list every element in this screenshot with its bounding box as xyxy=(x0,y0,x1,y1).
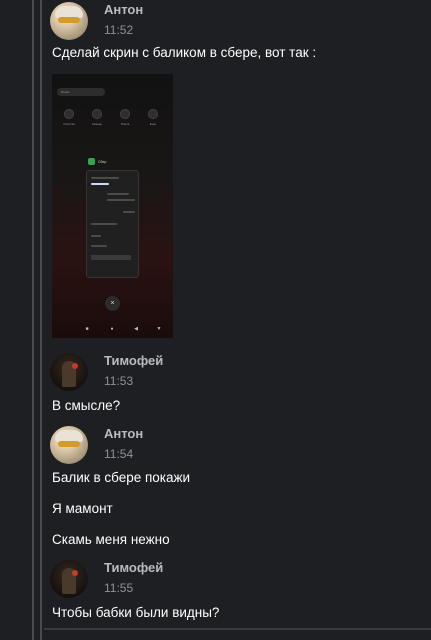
thread-divider xyxy=(44,628,431,630)
message-text: Балик в сбере покажи xyxy=(52,470,191,485)
message-header: Тимофей 11:53 xyxy=(50,353,163,391)
author-name[interactable]: Антон xyxy=(104,426,143,442)
card-line xyxy=(123,211,135,213)
avatar[interactable] xyxy=(50,353,88,391)
card-line xyxy=(91,223,117,225)
author-name[interactable]: Тимофей xyxy=(104,353,163,369)
quick-action-label: Сканер xyxy=(91,122,103,126)
quick-action-icon xyxy=(64,109,74,119)
card-line xyxy=(91,183,109,185)
app-label: Сбер xyxy=(98,160,107,164)
message-text: В смысле? xyxy=(52,398,121,413)
author-name[interactable]: Тимофей xyxy=(104,560,163,576)
quick-action-label: Поиск xyxy=(120,122,130,126)
timestamp: 11:53 xyxy=(104,374,134,388)
card-line xyxy=(107,193,129,195)
avatar[interactable] xyxy=(50,2,88,40)
avatar-accent xyxy=(72,363,78,369)
card-line xyxy=(91,245,107,247)
nav-home-icon: ● xyxy=(110,326,114,332)
message-text: Я мамонт xyxy=(52,501,113,516)
app-card xyxy=(86,170,139,278)
card-input xyxy=(91,255,131,260)
quick-action-icon xyxy=(148,109,158,119)
avatar[interactable] xyxy=(50,426,88,464)
message-text: Чтобы бабки были видны? xyxy=(52,605,220,620)
card-line xyxy=(107,199,135,201)
card-line xyxy=(91,177,119,179)
card-line xyxy=(91,235,101,237)
thread-line xyxy=(40,0,42,640)
timestamp: 11:55 xyxy=(104,581,134,595)
message-header: Антон 11:52 xyxy=(50,2,143,40)
avatar[interactable] xyxy=(50,560,88,598)
app-icon xyxy=(88,158,95,165)
message-text: Сделай скрин с баликом в сбере, вот так … xyxy=(52,45,317,60)
nav-back-icon: ◀ xyxy=(134,326,138,332)
nav-down-icon: ▼ xyxy=(156,326,162,332)
author-name[interactable]: Антон xyxy=(104,2,143,18)
search-pill-label: Поиск xyxy=(61,90,70,94)
quick-action-label: Очистка xyxy=(63,122,75,126)
message-text: Скамь меня нежно xyxy=(52,532,170,547)
attached-image[interactable]: Поиск Очистка Сканер Поиск Ещё Сбер × ■ … xyxy=(52,74,173,338)
message-header: Антон 11:54 xyxy=(50,426,143,464)
avatar-glasses xyxy=(58,441,80,447)
nav-recents-icon: ■ xyxy=(85,326,89,332)
timestamp: 11:52 xyxy=(104,23,134,37)
avatar-accent xyxy=(72,570,78,576)
close-icon: × xyxy=(105,296,120,311)
timestamp: 11:54 xyxy=(104,447,134,461)
quick-action-icon xyxy=(92,109,102,119)
message-header: Тимофей 11:55 xyxy=(50,560,163,598)
quick-action-icon xyxy=(120,109,130,119)
thread-line xyxy=(32,0,34,640)
search-pill: Поиск xyxy=(57,88,105,96)
avatar-glasses xyxy=(58,17,80,23)
quick-action-label: Ещё xyxy=(149,122,157,126)
